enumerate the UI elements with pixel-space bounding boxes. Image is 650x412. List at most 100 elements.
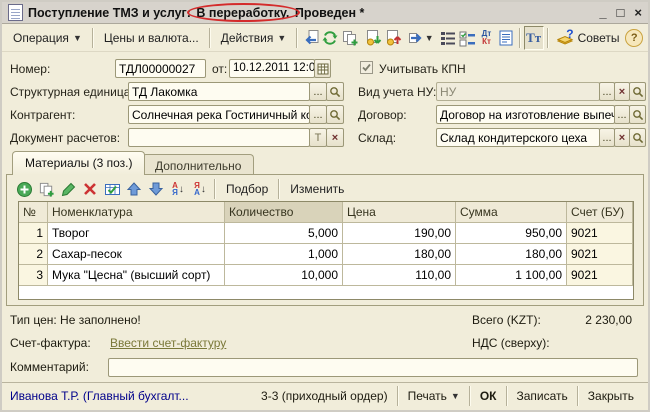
settlement-doc-field[interactable] — [128, 128, 310, 147]
cell-sum: 1 100,00 — [456, 265, 567, 286]
sort-ascending-icon: АЯ — [172, 182, 178, 196]
tab-materials[interactable]: Материалы (3 поз.) — [12, 151, 145, 175]
nu-open-button[interactable] — [629, 82, 646, 101]
post-document-button[interactable] — [364, 26, 383, 50]
print-button[interactable]: Печать ▼ — [402, 386, 466, 406]
sort-descending-icon: ЯА — [194, 182, 200, 196]
cell-quantity: 10,000 — [225, 265, 343, 286]
nu-field[interactable]: НУ — [436, 82, 600, 101]
document-list-button[interactable] — [496, 26, 515, 50]
price-type-status: Тип цен: Не заполнено! — [10, 313, 141, 327]
check-icon — [361, 62, 372, 73]
sort-descending-button[interactable]: ЯА ↓ — [189, 179, 211, 199]
edit-row-button[interactable] — [57, 179, 79, 199]
table-row[interactable]: 3 Мука "Цесна" (высший сорт) 10,000 110,… — [19, 265, 633, 286]
comment-input[interactable] — [108, 358, 638, 377]
table-row[interactable]: 2 Сахар-песок 1,000 180,00 180,00 9021 — [19, 244, 633, 265]
delete-row-button[interactable] — [79, 179, 101, 199]
contract-label: Договор: — [358, 108, 407, 122]
tips-button[interactable]: ? Советы — [552, 28, 625, 48]
unpost-document-button[interactable] — [383, 26, 402, 50]
go-to-icon — [407, 29, 425, 47]
struct-unit-open-button[interactable] — [326, 82, 344, 101]
totals-toggle-button[interactable]: Тт — [524, 26, 544, 50]
reread-button[interactable] — [301, 26, 320, 50]
ellipsis-icon: ... — [602, 132, 611, 144]
toolbar-separator — [397, 386, 399, 406]
contract-select-button[interactable]: ... — [614, 105, 630, 124]
col-header-price[interactable]: Цена — [343, 202, 456, 223]
contract-open-button[interactable] — [629, 105, 646, 124]
help-button[interactable]: ? — [625, 26, 644, 50]
nu-clear-button[interactable]: × — [614, 82, 630, 101]
struct-unit-field[interactable]: ТД Лакомка — [128, 82, 310, 101]
warehouse-field[interactable]: Склад кондитерского цеха — [436, 128, 600, 147]
end-edit-button[interactable] — [101, 179, 123, 199]
structure-button[interactable] — [438, 26, 457, 50]
responsible-link[interactable]: Иванова Т.Р. (Главный бухгалт... — [10, 389, 189, 403]
warehouse-label: Склад: — [358, 131, 396, 145]
nu-select-button[interactable]: ... — [599, 82, 615, 101]
actions-menu-button[interactable]: Действия ▼ — [214, 28, 294, 48]
print-label: Печать — [408, 389, 447, 403]
nu-label: Вид учета НУ: — [358, 85, 436, 99]
prices-currency-button[interactable]: Цены и валюта... — [97, 28, 206, 48]
tab-additional[interactable]: Дополнительно — [142, 154, 254, 175]
ellipsis-icon: ... — [313, 86, 322, 98]
cell-sum: 180,00 — [456, 244, 567, 265]
counterparty-select-button[interactable]: ... — [309, 105, 327, 124]
copy-icon — [38, 181, 55, 198]
save-button[interactable]: Записать — [511, 386, 574, 406]
cell-nomenclature: Сахар-песок — [48, 244, 225, 265]
col-header-account[interactable]: Счет (БУ) — [567, 202, 633, 223]
copy-row-button[interactable] — [35, 179, 57, 199]
refresh-button[interactable] — [321, 26, 340, 50]
table-row[interactable]: 1 Творог 5,000 190,00 950,00 9021 — [19, 223, 633, 244]
move-down-button[interactable] — [145, 179, 167, 199]
change-button[interactable]: Изменить — [283, 179, 351, 199]
debit-credit-icon: Дт Кт — [482, 30, 492, 46]
contract-field[interactable]: Договор на изготовление выпечки — [436, 105, 615, 124]
print-order-button[interactable]: 3-3 (приходный ордер) — [255, 386, 394, 406]
col-header-nomenclature[interactable]: Номенклатура — [48, 202, 225, 223]
sort-ascending-button[interactable]: АЯ ↓ — [167, 179, 189, 199]
maximize-icon[interactable]: □ — [617, 5, 625, 21]
properties-button[interactable] — [457, 26, 476, 50]
move-up-button[interactable] — [123, 179, 145, 199]
text-icon: T — [315, 132, 322, 144]
warehouse-open-button[interactable] — [629, 128, 646, 147]
counterparty-open-button[interactable] — [326, 105, 344, 124]
comment-label: Комментарий: — [10, 360, 89, 374]
pick-button[interactable]: Подбор — [219, 179, 275, 199]
close-button[interactable]: Закрыть — [582, 386, 640, 406]
add-row-button[interactable] — [13, 179, 35, 199]
debit-credit-button[interactable]: Дт Кт — [477, 26, 496, 50]
kpn-checkbox[interactable] — [360, 61, 373, 74]
date-field[interactable]: 10.12.2011 12:00:00 — [229, 59, 315, 78]
toolbar-separator — [469, 386, 471, 406]
cell-nomenclature: Мука "Цесна" (высший сорт) — [48, 265, 225, 286]
number-field[interactable]: ТДЛ00000027 — [115, 59, 206, 78]
warehouse-clear-button[interactable]: × — [614, 128, 630, 147]
status-bar: Иванова Т.Р. (Главный бухгалт... 3-3 (пр… — [2, 382, 648, 409]
go-to-button[interactable]: ▼ — [407, 26, 434, 50]
col-header-quantity[interactable]: Количество — [225, 202, 343, 223]
counterparty-field[interactable]: Солнечная река Гостиничный компл — [128, 105, 310, 124]
end-edit-icon — [104, 181, 121, 198]
clear-icon: × — [619, 86, 625, 98]
col-header-line-no[interactable]: № — [19, 202, 48, 223]
settlement-doc-text-button[interactable]: T — [309, 128, 327, 147]
struct-unit-select-button[interactable]: ... — [309, 82, 327, 101]
struct-unit-label: Структурная единица: — [10, 85, 134, 99]
copy-button[interactable] — [340, 26, 359, 50]
col-header-sum[interactable]: Сумма — [456, 202, 567, 223]
close-icon[interactable]: × — [634, 5, 642, 21]
enter-invoice-link[interactable]: Ввести счет-фактуру — [110, 336, 226, 350]
calendar-button[interactable] — [314, 59, 331, 78]
settlement-doc-clear-button[interactable]: × — [326, 128, 344, 147]
warehouse-select-button[interactable]: ... — [599, 128, 615, 147]
operation-menu-button[interactable]: Операция ▼ — [6, 28, 89, 48]
minimize-icon[interactable]: _ — [599, 5, 606, 21]
ok-button[interactable]: ОК — [474, 386, 503, 406]
title-bar: Поступление ТМЗ и услуг: В переработку. … — [2, 2, 648, 24]
